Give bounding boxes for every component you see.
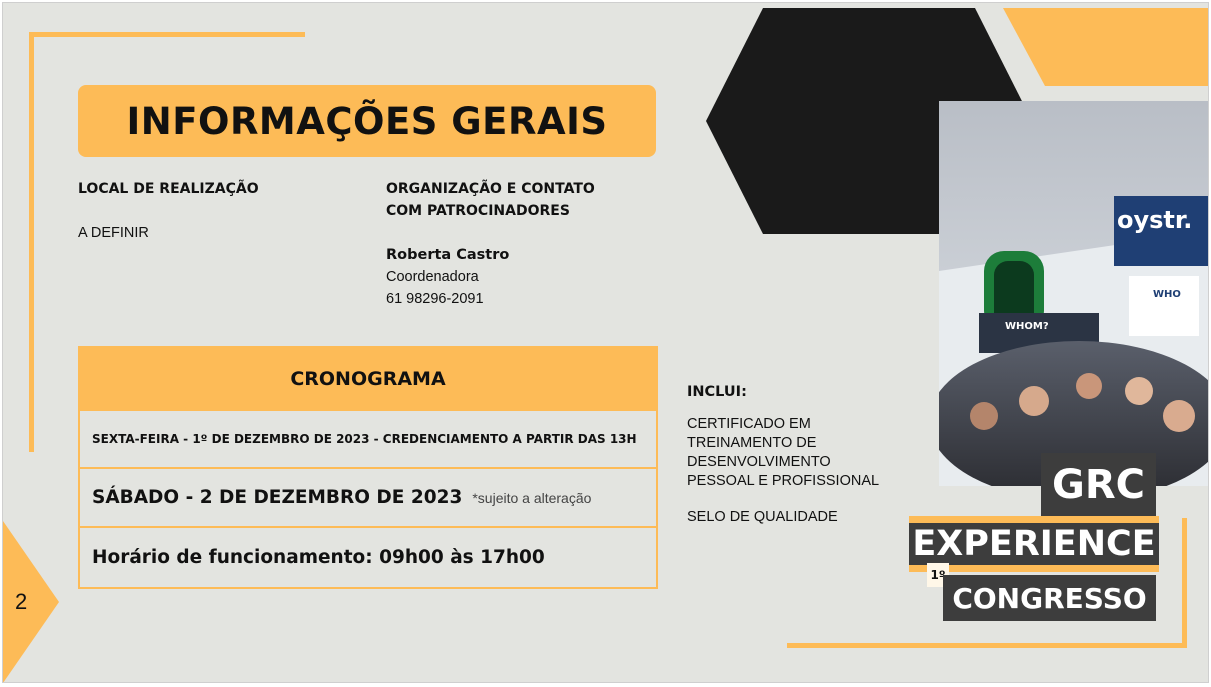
inclui-list: CERTIFICADO EM TREINAMENTO DE DESENVOLVI… <box>687 415 879 491</box>
cronograma-row-2-text: SÁBADO - 2 DE DEZEMBRO DE 2023 <box>92 487 463 508</box>
contact-phone: 61 98296-2091 <box>386 291 484 307</box>
cronograma-row-3-text: Horário de funcionamento: 09h00 às 17h00 <box>92 547 545 568</box>
frame-line-top <box>29 32 305 37</box>
brand-grc: GRC <box>1041 453 1156 516</box>
photo-sign-oystr: oystr. <box>1117 206 1193 234</box>
cronograma-header: CRONOGRAMA <box>80 348 656 409</box>
brand-congresso: CONGRESSO <box>943 575 1156 621</box>
frame-line-left <box>29 32 34 452</box>
cronograma-row-2: SÁBADO - 2 DE DEZEMBRO DE 2023 *sujeito … <box>80 467 656 526</box>
section-title: INFORMAÇÕES GERAIS <box>78 85 656 157</box>
brand-grc-text: GRC <box>1052 461 1145 508</box>
contact-role: Coordenadora <box>386 269 479 285</box>
page-arrow-shape <box>3 521 59 682</box>
frame-line-right <box>1182 518 1187 648</box>
slide: 2 INFORMAÇÕES GERAIS LOCAL DE REALIZAÇÃO… <box>2 2 1209 683</box>
brand-experience-text: EXPERIENCE <box>912 524 1156 564</box>
section-title-text: INFORMAÇÕES GERAIS <box>126 99 608 143</box>
inclui-item-line: TREINAMENTO DE <box>687 435 817 451</box>
event-photo: oystr. WHOM? WHO <box>939 101 1208 486</box>
org-label-line2: COM PATROCINADORES <box>386 203 570 219</box>
brand-congresso-text: CONGRESSO <box>952 581 1147 615</box>
inclui-item-line: PESSOAL E PROFISSIONAL <box>687 473 880 489</box>
cronograma-row-1: SEXTA-FEIRA - 1º DE DEZEMBRO DE 2023 - C… <box>80 409 656 467</box>
contact-name: Roberta Castro <box>386 247 510 263</box>
cronograma-row-2-note: *sujeito a alteração <box>472 489 592 506</box>
photo-sign-whom: WHOM? <box>1005 321 1049 332</box>
inclui-item-line: CERTIFICADO EM <box>687 416 811 432</box>
local-value: A DEFINIR <box>78 225 149 241</box>
inclui-item-line: DESENVOLVIMENTO <box>687 454 831 470</box>
cronograma-table: CRONOGRAMA SEXTA-FEIRA - 1º DE DEZEMBRO … <box>78 346 658 589</box>
inclui-item-selo: SELO DE QUALIDADE <box>687 509 838 525</box>
cronograma-header-text: CRONOGRAMA <box>290 367 446 390</box>
local-label: LOCAL DE REALIZAÇÃO <box>78 181 259 197</box>
cronograma-row-3: Horário de funcionamento: 09h00 às 17h00 <box>80 526 656 587</box>
brand-experience: EXPERIENCE <box>909 523 1159 565</box>
orange-parallelogram <box>1003 8 1208 86</box>
photo-sign-who: WHO <box>1153 289 1181 300</box>
cronograma-row-1-text: SEXTA-FEIRA - 1º DE DEZEMBRO DE 2023 - C… <box>92 432 637 446</box>
inclui-label: INCLUI: <box>687 384 747 400</box>
page-number: 2 <box>15 589 28 614</box>
frame-line-bottom-right <box>787 643 1187 648</box>
org-label-line1: ORGANIZAÇÃO E CONTATO <box>386 181 595 197</box>
